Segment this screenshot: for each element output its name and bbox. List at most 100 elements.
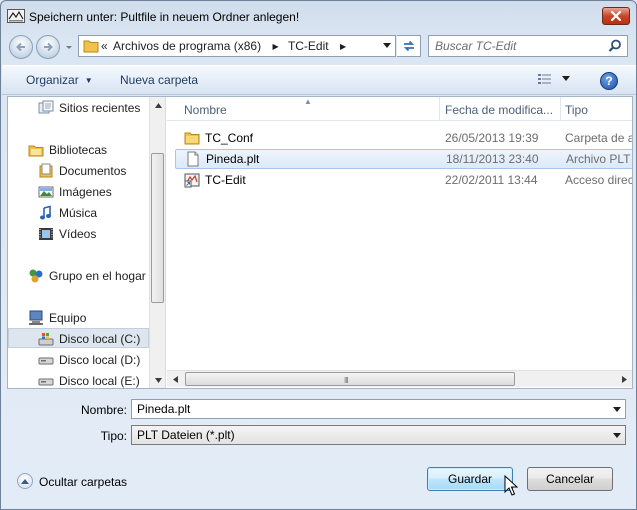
nav-item-libraries[interactable]: Bibliotecas: [8, 140, 149, 160]
chevron-down-icon[interactable]: [383, 43, 391, 49]
hide-folders-label: Ocultar carpetas: [39, 475, 128, 489]
breadcrumb-separator-icon[interactable]: ▶: [340, 42, 346, 51]
title-bar: Speichern unter: Pultfile in neuem Ordne…: [1, 1, 636, 31]
nav-item-pictures[interactable]: Imágenes: [8, 182, 149, 202]
file-name: Pineda.plt: [206, 152, 260, 166]
drive-c-icon: [38, 333, 54, 346]
search-icon[interactable]: [608, 39, 622, 53]
file-row[interactable]: TC-Edit 22/02/2011 13:44 Acceso direc: [175, 170, 632, 190]
nav-item-label: Equipo: [49, 311, 87, 325]
scroll-grip: III: [344, 376, 349, 385]
column-divider[interactable]: [560, 97, 561, 121]
breadcrumb-separator-icon[interactable]: ▶: [272, 42, 278, 51]
file-date: 22/02/2011 13:44: [445, 173, 538, 187]
breadcrumb-overflow[interactable]: «: [101, 39, 108, 53]
nav-scrollbar[interactable]: [149, 97, 165, 388]
breadcrumb-segment[interactable]: TC-Edit: [288, 39, 329, 53]
chevron-up-icon: [17, 473, 33, 489]
search-box[interactable]: [428, 35, 628, 57]
file-type-label: Tipo:: [100, 429, 127, 443]
file-type: Acceso direc: [565, 173, 632, 187]
back-arrow-icon: [16, 42, 25, 52]
horizontal-scrollbar[interactable]: III: [167, 370, 632, 387]
nav-item-label: Imágenes: [59, 185, 112, 199]
refresh-icon: [403, 40, 414, 52]
chevron-down-icon[interactable]: [562, 76, 570, 82]
documents-icon: [39, 163, 53, 178]
folder-icon: [184, 132, 200, 145]
new-folder-button[interactable]: Nueva carpeta: [120, 73, 198, 87]
file-date: 26/05/2013 19:39: [445, 131, 539, 145]
organize-button[interactable]: Organizar ▼: [26, 73, 93, 87]
nav-item-label: Música: [59, 206, 98, 220]
nav-item-music[interactable]: Música: [8, 203, 149, 223]
nav-item-drive-e[interactable]: Disco local (E:): [8, 371, 149, 388]
recent-locations-dropdown[interactable]: [63, 41, 75, 53]
nav-item-drive-c[interactable]: Disco local (C:): [8, 328, 149, 348]
shortcut-icon: [184, 173, 200, 188]
nav-item-label: Bibliotecas: [49, 143, 108, 157]
homegroup-icon: [29, 269, 43, 283]
organize-label: Organizar: [26, 73, 79, 87]
breadcrumb-segment[interactable]: Archivos de programa (x86): [113, 39, 261, 53]
app-icon: [7, 9, 25, 23]
save-as-dialog: Speichern unter: Pultfile in neuem Ordne…: [0, 0, 637, 510]
scroll-thumb[interactable]: [151, 153, 164, 303]
file-name-field[interactable]: Pineda.plt: [131, 399, 626, 419]
computer-icon: [29, 310, 43, 325]
nav-item-videos[interactable]: Vídeos: [8, 224, 149, 244]
chevron-down-icon[interactable]: [613, 433, 621, 438]
window-title: Speichern unter: Pultfile in neuem Ordne…: [29, 10, 300, 24]
address-bar[interactable]: « Archivos de programa (x86) ▶ TC-Edit ▶: [78, 35, 396, 57]
file-type-select[interactable]: PLT Dateien (*.plt): [131, 425, 626, 445]
nav-item-label: Vídeos: [59, 227, 97, 241]
file-list: ▲ Nombre Fecha de modifica... Tipo TC_Co…: [167, 97, 632, 388]
refresh-button[interactable]: [397, 35, 421, 57]
file-name-value: Pineda.plt: [137, 402, 191, 416]
file-row-selected[interactable]: Pineda.plt 18/11/2013 23:40 Archivo PLT: [175, 149, 632, 169]
libraries-icon: [28, 145, 44, 157]
scroll-right-icon[interactable]: [616, 371, 632, 387]
cancel-button[interactable]: Cancelar: [527, 467, 613, 491]
file-name: TC-Edit: [205, 173, 246, 187]
column-name[interactable]: Nombre: [184, 103, 227, 117]
column-header-row: ▲ Nombre Fecha de modifica... Tipo: [167, 97, 632, 121]
nav-item-label: Sitios recientes: [59, 101, 141, 115]
file-icon: [187, 151, 199, 167]
navigation-pane: Sitios recientes Bibliotecas Documentos: [8, 97, 166, 388]
view-options-icon[interactable]: [537, 73, 553, 87]
file-name-label: Nombre:: [80, 403, 127, 417]
nav-item-drive-d[interactable]: Disco local (D:): [8, 350, 149, 370]
chevron-down-icon[interactable]: [613, 407, 621, 412]
file-type-value: PLT Dateien (*.plt): [137, 428, 235, 442]
scroll-up-icon[interactable]: [150, 97, 165, 113]
close-icon: [610, 11, 622, 21]
scroll-thumb[interactable]: III: [185, 372, 515, 386]
file-type: Archivo PLT: [566, 152, 631, 166]
nav-item-documents[interactable]: Documentos: [8, 161, 149, 181]
music-icon: [40, 205, 51, 220]
nav-item-label: Documentos: [59, 164, 127, 178]
file-row[interactable]: TC_Conf 26/05/2013 19:39 Carpeta de a: [175, 128, 632, 148]
nav-item-label: Disco local (C:): [59, 332, 141, 346]
nav-item-homegroup[interactable]: Grupo en el hogar: [8, 266, 149, 286]
scroll-down-icon[interactable]: [150, 372, 165, 388]
nav-item-recent-places[interactable]: Sitios recientes: [8, 98, 149, 118]
scroll-left-icon[interactable]: [167, 371, 183, 387]
save-button[interactable]: Guardar: [427, 467, 513, 491]
column-divider[interactable]: [439, 97, 440, 121]
nav-item-label: Grupo en el hogar: [49, 269, 146, 283]
close-button[interactable]: [602, 7, 630, 25]
file-date: 18/11/2013 23:40: [446, 152, 539, 166]
file-name: TC_Conf: [205, 131, 254, 145]
nav-item-computer[interactable]: Equipo: [8, 308, 149, 328]
search-input[interactable]: [435, 38, 605, 54]
back-button[interactable]: [9, 35, 33, 59]
column-type[interactable]: Tipo: [565, 103, 588, 117]
recent-places-icon: [38, 100, 54, 114]
help-button[interactable]: ?: [600, 72, 618, 90]
drive-icon: [38, 378, 54, 386]
column-date[interactable]: Fecha de modifica...: [445, 103, 553, 117]
file-type: Carpeta de a: [565, 131, 632, 145]
forward-button[interactable]: [36, 35, 60, 59]
